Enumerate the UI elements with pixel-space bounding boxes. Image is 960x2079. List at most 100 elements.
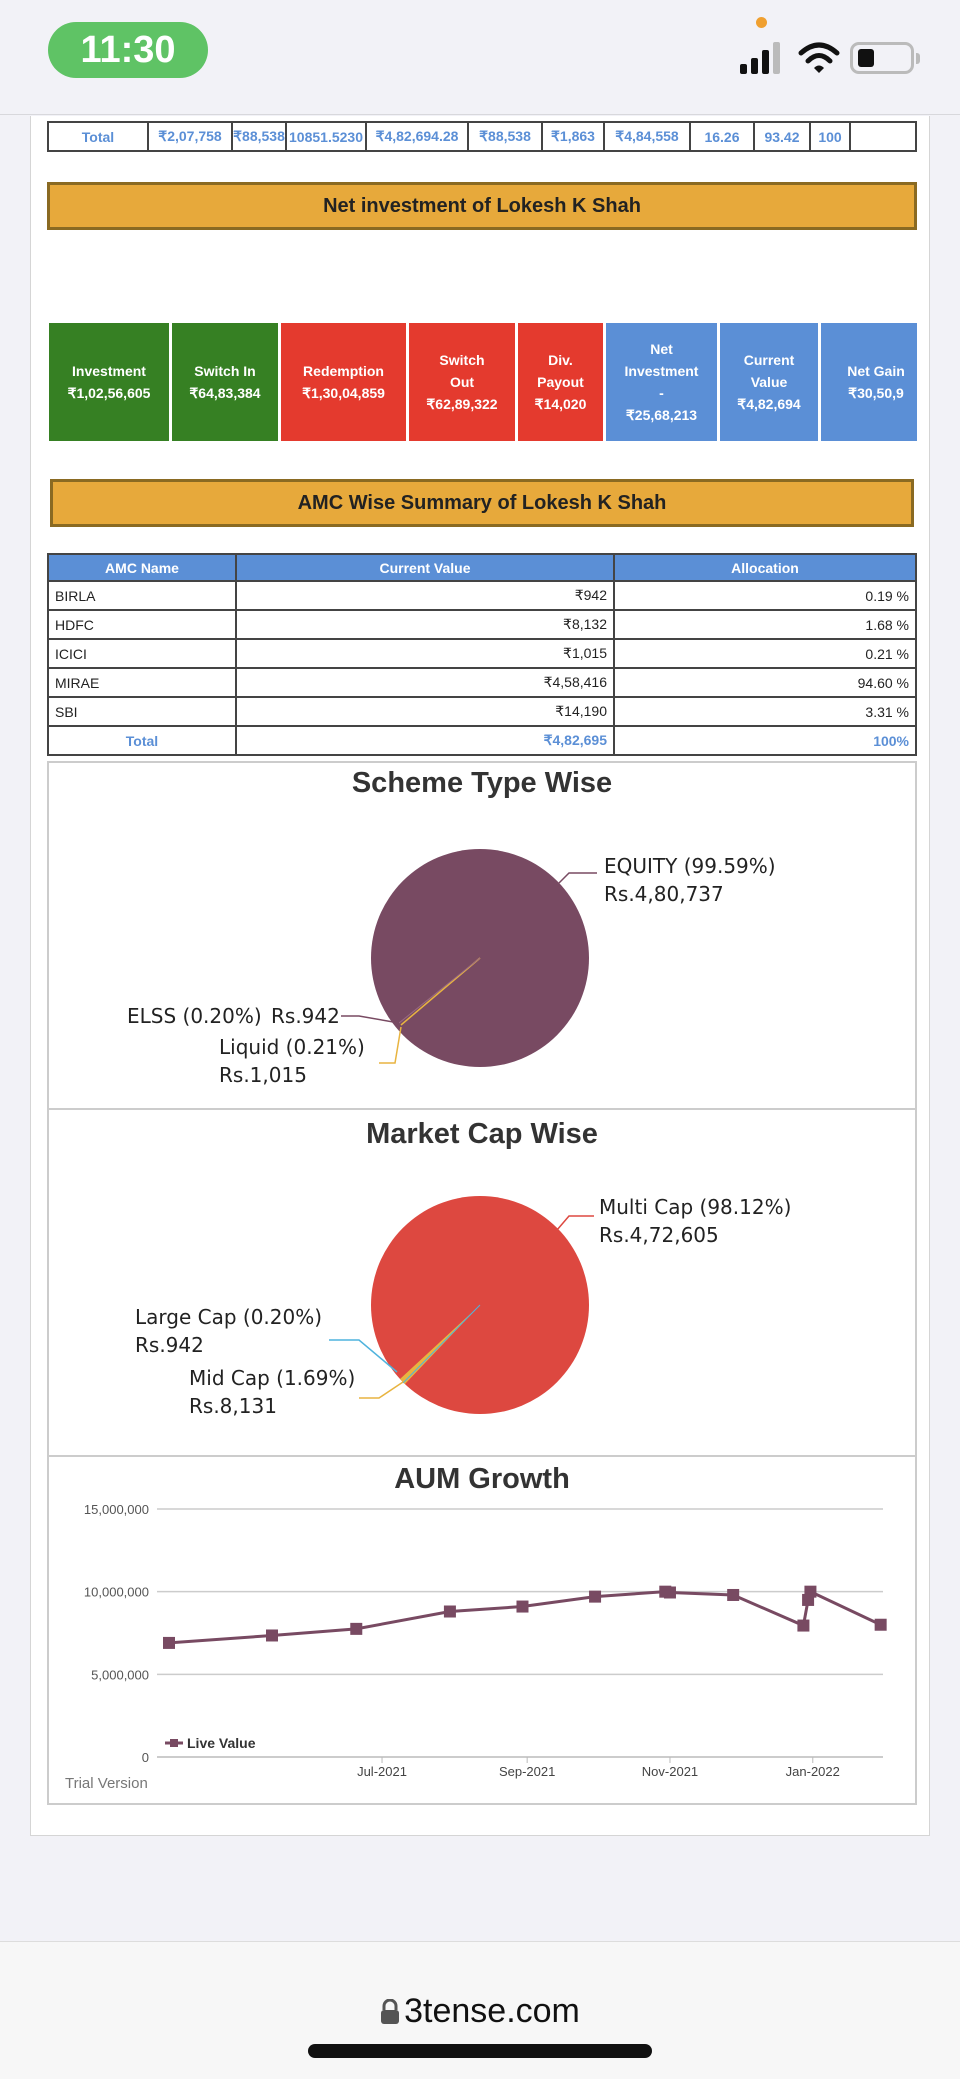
- amc-name-cell: MIRAE: [47, 667, 237, 698]
- allocation-cell: 1.68 %: [613, 609, 917, 640]
- browser-footer: 3tense.com: [0, 1941, 960, 2079]
- equity-label: EQUITY (99.59%): [604, 854, 776, 878]
- allocation-cell: 0.21 %: [613, 638, 917, 669]
- net-investment-cards: Investment ₹1,02,56,605 Switch In ₹64,83,38…: [49, 323, 917, 441]
- card-line: ₹64,83,384: [189, 385, 261, 401]
- current-value-header: Current Value: [235, 553, 615, 582]
- privacy-indicator-dot: [756, 17, 767, 28]
- amc-name-cell: HDFC: [47, 609, 237, 640]
- liquid-value: Rs.1,015: [219, 1063, 307, 1087]
- amc-name-cell: BIRLA: [47, 580, 237, 611]
- allocation-header: Allocation: [613, 553, 917, 582]
- multi-cap-value: Rs.4,72,605: [599, 1223, 719, 1247]
- total-cell: ₹88,538: [469, 123, 543, 150]
- mid-cap-label: Mid Cap (1.69%): [189, 1366, 355, 1390]
- aum-growth-chart: AUM Growth 0 5,000,000 10,000,000 15,000,00…: [47, 1455, 917, 1805]
- card-line: ₹62,89,322: [426, 396, 498, 412]
- data-point: [589, 1590, 602, 1603]
- data-point: [874, 1618, 887, 1631]
- net-investment-title: Net investment of Lokesh K Shah: [47, 182, 917, 230]
- card-line: ₹14,020: [534, 396, 587, 412]
- net-investment-card: Investment ₹1,02,56,605: [49, 323, 169, 441]
- legend-marker: [170, 1739, 178, 1747]
- status-bar: 11:30: [0, 0, 960, 115]
- total-label: Total: [49, 123, 149, 150]
- table-row: SBI ₹14,190 3.31 %: [47, 696, 917, 727]
- amc-name-cell: SBI: [47, 696, 237, 727]
- total-allocation-cell: 100%: [613, 725, 917, 756]
- data-point: [663, 1586, 676, 1599]
- liquid-label: Liquid (0.21%): [219, 1035, 365, 1059]
- home-indicator[interactable]: [308, 2044, 652, 2058]
- multi-cap-leader-line: [556, 1215, 594, 1231]
- total-cell: ₹2,07,758: [149, 123, 233, 150]
- amc-summary-title: AMC Wise Summary of Lokesh K Shah: [50, 479, 914, 527]
- current-value-cell: ₹942: [235, 580, 615, 611]
- y-tick-label: 10,000,000: [84, 1585, 149, 1600]
- cellular-signal-icon: [740, 42, 780, 74]
- table-row: HDFC ₹8,132 1.68 %: [47, 609, 917, 640]
- card-line: ₹25,68,213: [625, 407, 698, 423]
- card-line: Div.: [548, 352, 573, 368]
- y-tick-label: 0: [142, 1750, 149, 1765]
- holdings-total-row: Total ₹2,07,758 ₹88,538 10851.5230 ₹4,82,69…: [47, 121, 917, 152]
- trial-version-watermark: Trial Version: [65, 1775, 148, 1792]
- table-row: MIRAE ₹4,58,416 94.60 %: [47, 667, 917, 698]
- clock: 11:30: [48, 22, 208, 78]
- total-cell: 93.42: [755, 123, 811, 150]
- elss-label: ELSS (0.20%): [127, 1004, 262, 1028]
- net-investment-card: Net Investment - ₹25,68,213: [606, 323, 717, 441]
- net-investment-card: Switch In ₹64,83,384: [172, 323, 278, 441]
- card-line: Value: [750, 374, 788, 390]
- net-investment-card: Div. Payout ₹14,020: [518, 323, 603, 441]
- total-label-cell: Total: [47, 725, 237, 756]
- data-point: [727, 1588, 740, 1601]
- card-line: ₹30,50,9: [848, 385, 904, 401]
- total-value-cell: ₹4,82,695: [235, 725, 615, 756]
- card-line: -: [659, 385, 664, 401]
- card-line: Out: [449, 374, 475, 390]
- x-tick-label: Nov-2021: [642, 1764, 698, 1779]
- current-value-cell: ₹14,190: [235, 696, 615, 727]
- data-point: [350, 1622, 363, 1635]
- market-cap-pie-svg: Multi Cap (98.12%) Rs.4,72,605 Large Cap…: [135, 1195, 791, 1418]
- data-point: [266, 1629, 279, 1642]
- mid-cap-leader-line: [359, 1381, 404, 1399]
- current-value-cell: ₹8,132: [235, 609, 615, 640]
- card-line: Investment: [624, 363, 699, 379]
- x-tick-label: Sep-2021: [499, 1764, 555, 1779]
- total-cell: ₹4,84,558: [605, 123, 691, 150]
- aum-line-svg: 0 5,000,000 10,000,000 15,000,000 Jul-2021 Se…: [84, 1502, 887, 1779]
- net-investment-card: Redemption ₹1,30,04,859: [281, 323, 406, 441]
- allocation-cell: 94.60 %: [613, 667, 917, 698]
- market-cap-chart: Market Cap Wise Multi Cap (98.12%) Rs.4,…: [47, 1108, 917, 1457]
- total-cell: 100: [811, 123, 851, 150]
- mid-cap-value: Rs.8,131: [189, 1394, 277, 1418]
- legend-label: Live Value: [187, 1735, 256, 1751]
- total-cell: ₹1,863: [543, 123, 605, 150]
- scheme-pie-svg: EQUITY (99.59%) Rs.4,80,737 ELSS (0.20%)…: [127, 849, 776, 1087]
- current-value-cell: ₹1,015: [235, 638, 615, 669]
- url-text: 3tense.com: [404, 1992, 580, 2030]
- y-tick-label: 15,000,000: [84, 1502, 149, 1517]
- data-point: [163, 1636, 175, 1649]
- data-point: [804, 1585, 817, 1598]
- liquid-leader-line: [379, 1026, 402, 1064]
- card-line: Switch In: [194, 363, 256, 379]
- net-investment-card: Current Value ₹4,82,694: [720, 323, 818, 441]
- total-cell: ₹4,82,694.28: [367, 123, 469, 150]
- scheme-type-chart: Scheme Type Wise EQUITY (99.59%) Rs.4,80…: [47, 761, 917, 1110]
- allocation-cell: 3.31 %: [613, 696, 917, 727]
- data-point: [516, 1600, 529, 1613]
- total-cell: ₹88,538: [233, 123, 287, 150]
- net-investment-card: Net Gain ₹30,50,9: [821, 323, 917, 441]
- card-line: Payout: [537, 374, 584, 390]
- report-content: Total ₹2,07,758 ₹88,538 10851.5230 ₹4,82,69…: [30, 116, 930, 1836]
- battery-nub: [916, 53, 920, 64]
- x-tick-label: Jan-2022: [786, 1764, 840, 1779]
- table-total-row: Total ₹4,82,695 100%: [47, 725, 917, 756]
- lock-icon: [381, 1998, 400, 2024]
- battery-icon: [850, 42, 914, 74]
- url-bar[interactable]: 3tense.com: [0, 1992, 960, 2031]
- card-line: ₹1,30,04,859: [302, 385, 385, 401]
